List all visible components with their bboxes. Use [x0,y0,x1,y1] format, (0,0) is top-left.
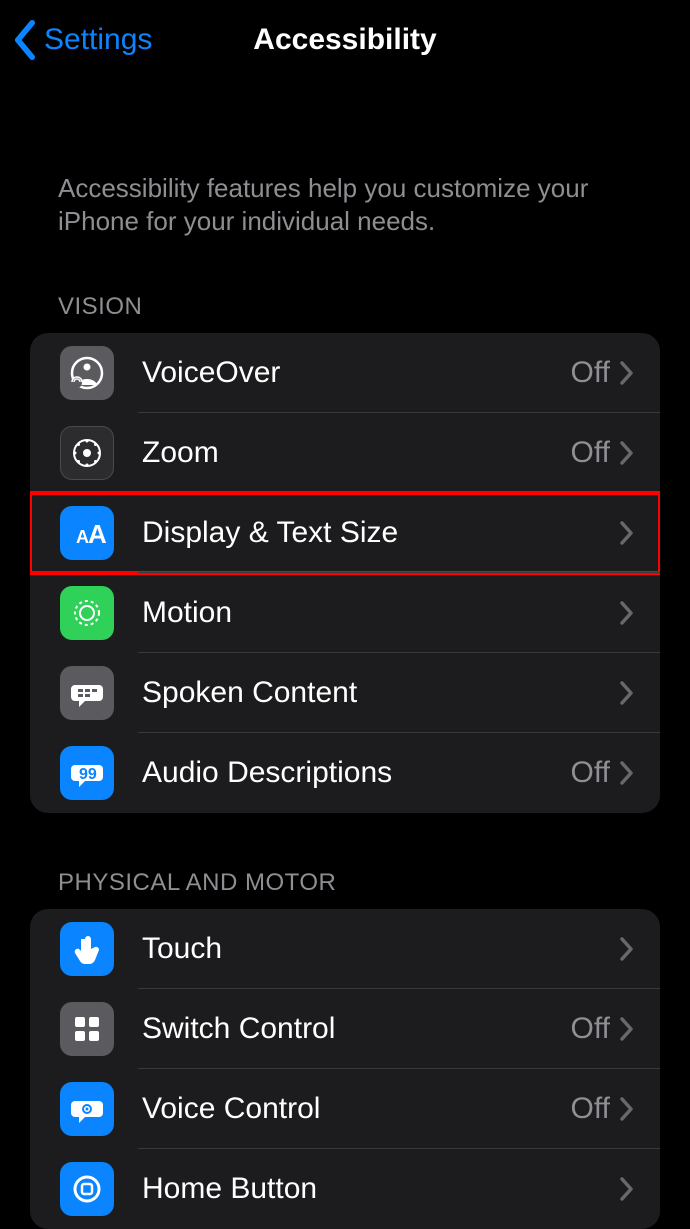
back-button[interactable]: Settings [12,20,152,60]
row-detail: Off [571,1012,610,1046]
switch-control-icon [60,1002,114,1056]
chevron-right-icon [620,521,634,545]
row-label: Zoom [142,436,571,470]
chevron-right-icon [620,601,634,625]
section-header-vision: VISION [0,237,690,333]
row-detail: Off [571,1092,610,1126]
chevron-left-icon [12,20,38,60]
row-touch[interactable]: Touch [30,909,660,989]
row-detail: Off [571,756,610,790]
row-detail: Off [571,436,610,470]
accessibility-description: Accessibility features help you customiz… [0,80,690,237]
row-detail: Off [571,356,610,390]
voiceover-icon [60,346,114,400]
zoom-icon [60,426,114,480]
row-switch-control[interactable]: Switch Control Off [30,989,660,1069]
row-label: Home Button [142,1172,620,1206]
chevron-right-icon [620,1097,634,1121]
row-label: Motion [142,596,620,630]
chevron-right-icon [620,761,634,785]
section-header-physical: PHYSICAL AND MOTOR [0,813,690,909]
svg-text:99: 99 [79,766,97,783]
row-spoken-content[interactable]: Spoken Content [30,653,660,733]
row-label: Spoken Content [142,676,620,710]
row-label: Voice Control [142,1092,571,1126]
row-label: VoiceOver [142,356,571,390]
section-group-vision: VoiceOver Off [30,333,660,813]
row-label: Touch [142,932,620,966]
motion-icon [60,586,114,640]
chevron-right-icon [620,1177,634,1201]
row-label: Audio Descriptions [142,756,571,790]
row-zoom[interactable]: Zoom Off [30,413,660,493]
row-voice-control[interactable]: Voice Control Off [30,1069,660,1149]
voice-control-icon [60,1082,114,1136]
row-audio-descriptions[interactable]: 99 Audio Descriptions Off [30,733,660,813]
section-vision: VISION VoiceOver Off [0,237,690,813]
text-size-icon: A A [60,506,114,560]
row-label: Switch Control [142,1012,571,1046]
chevron-right-icon [620,681,634,705]
nav-header: Settings Accessibility [0,0,690,80]
svg-text:A: A [88,519,107,549]
audio-descriptions-icon: 99 [60,746,114,800]
chevron-right-icon [620,441,634,465]
section-physical-motor: PHYSICAL AND MOTOR Touch [0,813,690,1229]
home-button-icon [60,1162,114,1216]
touch-icon [60,922,114,976]
row-label: Display & Text Size [142,516,620,550]
row-motion[interactable]: Motion [30,573,660,653]
row-home-button[interactable]: Home Button [30,1149,660,1229]
chevron-right-icon [620,361,634,385]
back-label: Settings [44,23,152,57]
row-display-text-size[interactable]: A A Display & Text Size [30,493,660,573]
chevron-right-icon [620,937,634,961]
row-voiceover[interactable]: VoiceOver Off [30,333,660,413]
section-group-physical: Touch Switch Control Off [30,909,660,1229]
chevron-right-icon [620,1017,634,1041]
spoken-content-icon [60,666,114,720]
